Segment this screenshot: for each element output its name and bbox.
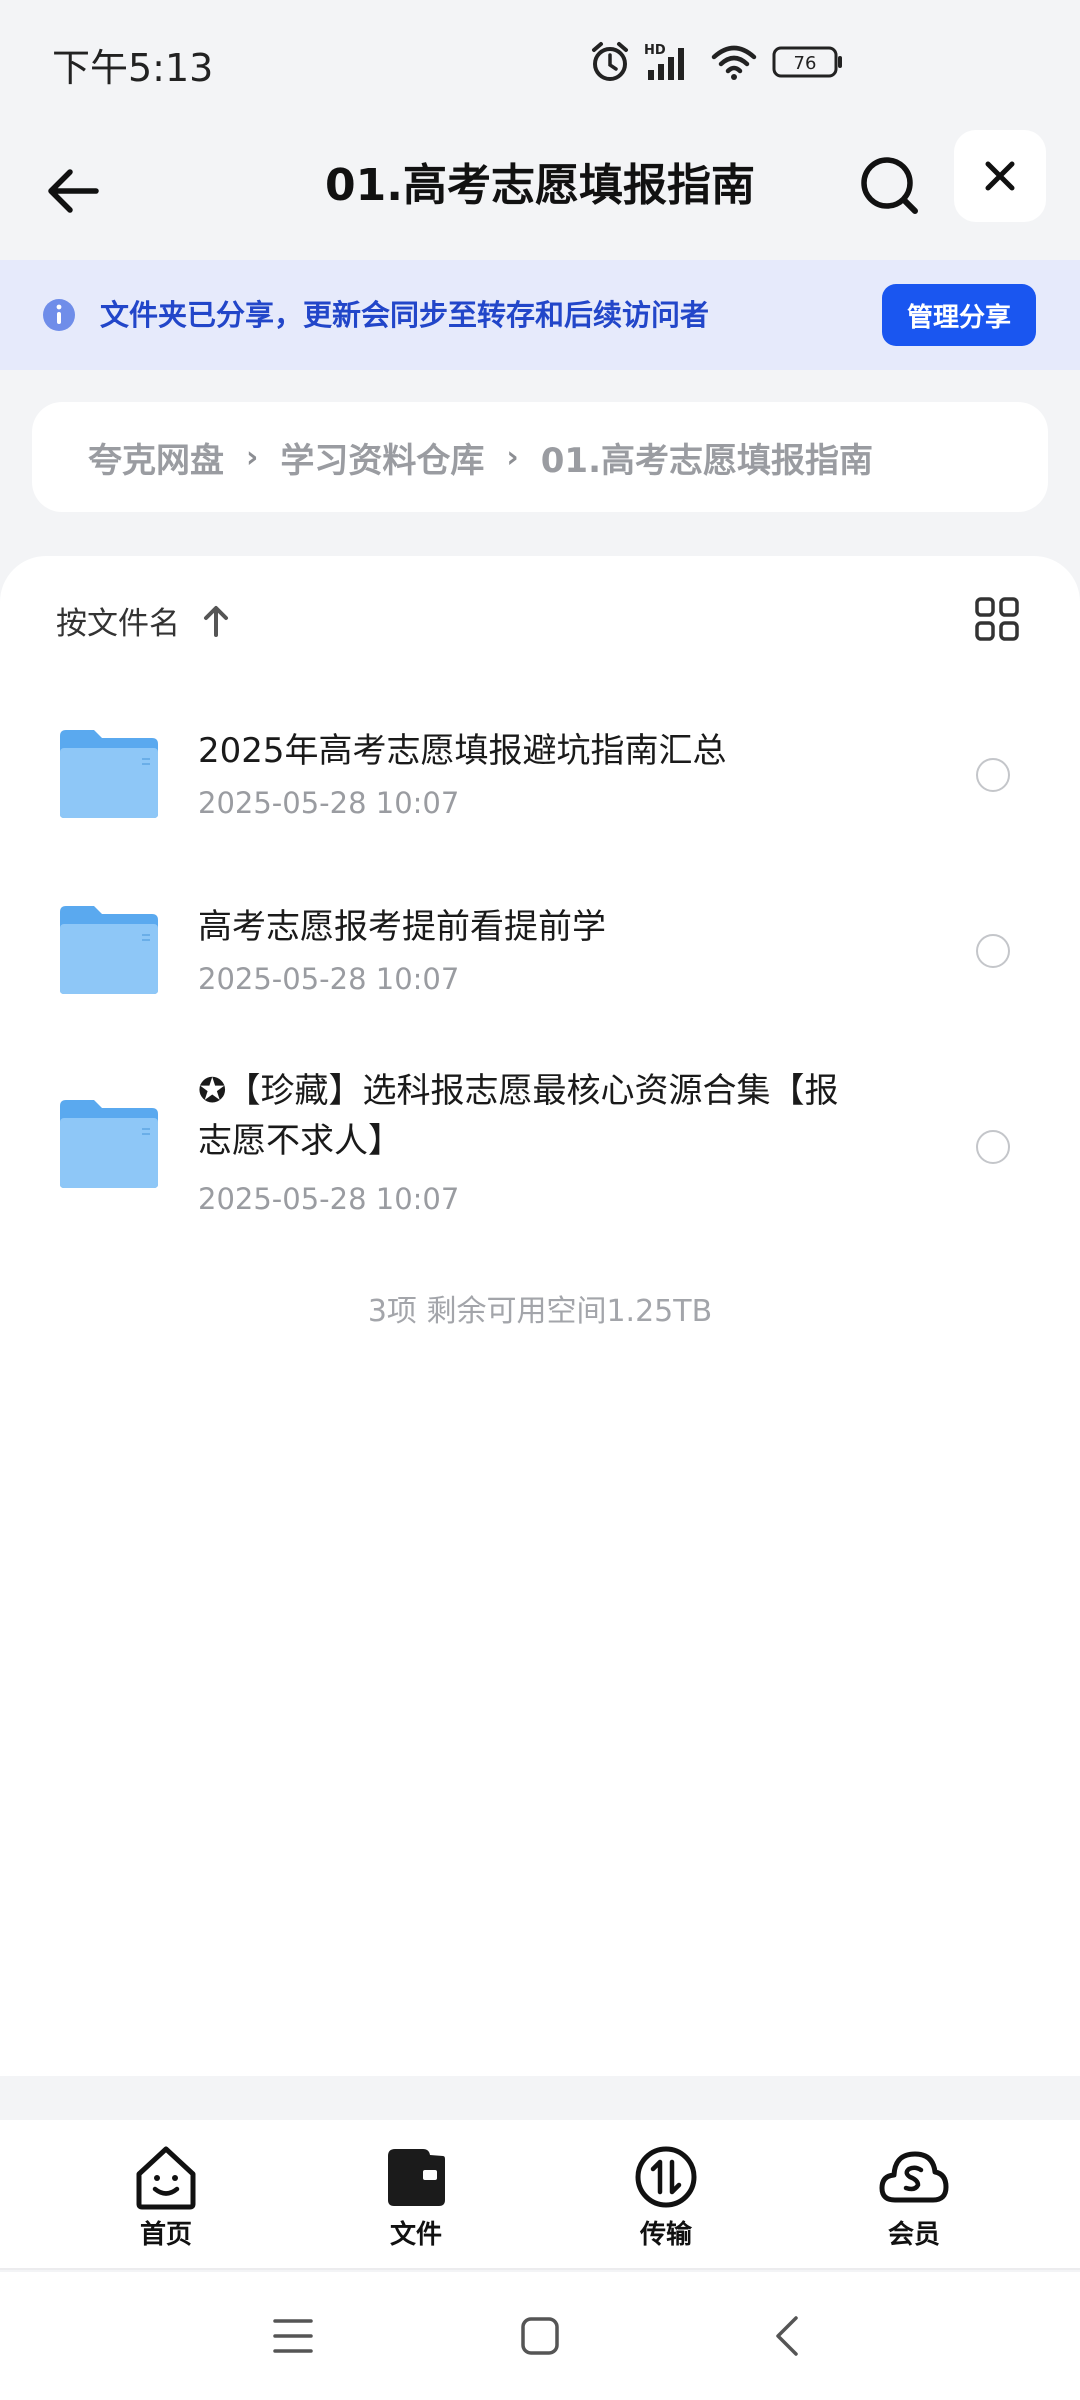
file-name: 2025年高考志愿填报避坑指南汇总 (198, 731, 727, 771)
tab-files[interactable]: 文件 (346, 2144, 486, 2251)
cellular-signal-icon: HD (644, 43, 684, 80)
tab-member[interactable]: 会员 (844, 2144, 984, 2251)
list-item[interactable]: 2025年高考志愿填报避坑指南汇总 2025-05-28 10:07 (0, 706, 1080, 866)
grid-view-icon[interactable] (974, 596, 1020, 642)
back-icon[interactable] (772, 2314, 802, 2358)
folder-icon (60, 906, 158, 994)
tab-home[interactable]: 首页 (96, 2144, 236, 2251)
tab-transfer-label: 传输 (639, 2220, 692, 2250)
breadcrumb-item-current: 01.高考志愿填报指南 (540, 440, 873, 481)
tab-files-label: 文件 (389, 2220, 442, 2250)
chevron-right-icon: › (506, 439, 519, 475)
nav-bar: 01.高考志愿填报指南 (0, 128, 1080, 258)
cloud-member-icon (879, 2151, 949, 2203)
select-checkbox[interactable] (976, 934, 1010, 968)
select-checkbox[interactable] (976, 758, 1010, 792)
close-button[interactable] (954, 130, 1046, 222)
home-square-icon[interactable] (520, 2316, 560, 2356)
folder-icon (60, 1100, 158, 1188)
folder-icon (60, 730, 158, 818)
wallet-folder-icon (388, 2149, 445, 2206)
info-icon (43, 299, 75, 331)
tab-transfer[interactable]: 传输 (596, 2144, 736, 2251)
status-time: 下午5:13 (52, 45, 214, 90)
breadcrumb-item-library[interactable]: 学习资料仓库 (280, 433, 484, 482)
alarm-icon (592, 42, 628, 81)
tab-home-label: 首页 (139, 2220, 192, 2250)
file-date: 2025-05-28 10:07 (198, 1182, 460, 1216)
bottom-tab-bar: 首页 文件 传输 会员 (0, 2120, 1080, 2270)
tab-member-label: 会员 (887, 2220, 940, 2250)
manage-share-button[interactable]: 管理分享 (882, 284, 1036, 346)
breadcrumb: 夸克网盘 › 学习资料仓库 › 01.高考志愿填报指南 (32, 402, 1048, 512)
file-date: 2025-05-28 10:07 (198, 962, 460, 996)
storage-summary: 3项 剩余可用空间1.25TB (367, 1294, 713, 1329)
close-icon (985, 161, 1015, 191)
network-label: HD (644, 43, 666, 58)
share-banner: 文件夹已分享，更新会同步至转存和后续访问者 管理分享 (0, 260, 1080, 370)
sort-ascending-icon (204, 605, 228, 637)
file-name: 高考志愿报考提前看提前学 (198, 907, 606, 947)
breadcrumb-item-root[interactable]: 夸克网盘 (88, 433, 224, 482)
sort-label: 按文件名 (56, 606, 180, 642)
sort-control[interactable]: 按文件名 (56, 598, 230, 643)
file-name-line2: 志愿不求人】 (198, 1121, 402, 1161)
search-icon[interactable] (852, 148, 928, 224)
file-name: ✪【珍藏】选科报志愿最核心资源合集【报 (198, 1071, 839, 1111)
select-checkbox[interactable] (976, 1130, 1010, 1164)
share-notice-text: 文件夹已分享，更新会同步至转存和后续访问者 (100, 298, 710, 332)
wifi-icon (711, 45, 757, 80)
transfer-icon (635, 2146, 697, 2208)
menu-icon[interactable] (272, 2316, 314, 2356)
system-navigation-bar (0, 2272, 1080, 2400)
home-smile-icon (136, 2146, 196, 2210)
file-list-panel: 按文件名 2025年高考志愿填报避坑指南汇总 2025-05-28 10:07 … (0, 556, 1080, 2076)
chevron-right-icon: › (246, 439, 259, 475)
battery-icon: 76 (772, 46, 842, 78)
status-bar: 下午5:13 HD 76 (0, 0, 1080, 128)
status-icons: HD 76 (590, 40, 844, 84)
list-item[interactable]: 高考志愿报考提前看提前学 2025-05-28 10:07 (0, 882, 1080, 1042)
list-item[interactable]: ✪【珍藏】选科报志愿最核心资源合集【报 志愿不求人】 2025-05-28 10… (0, 1066, 1080, 1266)
file-date: 2025-05-28 10:07 (198, 786, 460, 820)
battery-level: 76 (794, 53, 817, 74)
